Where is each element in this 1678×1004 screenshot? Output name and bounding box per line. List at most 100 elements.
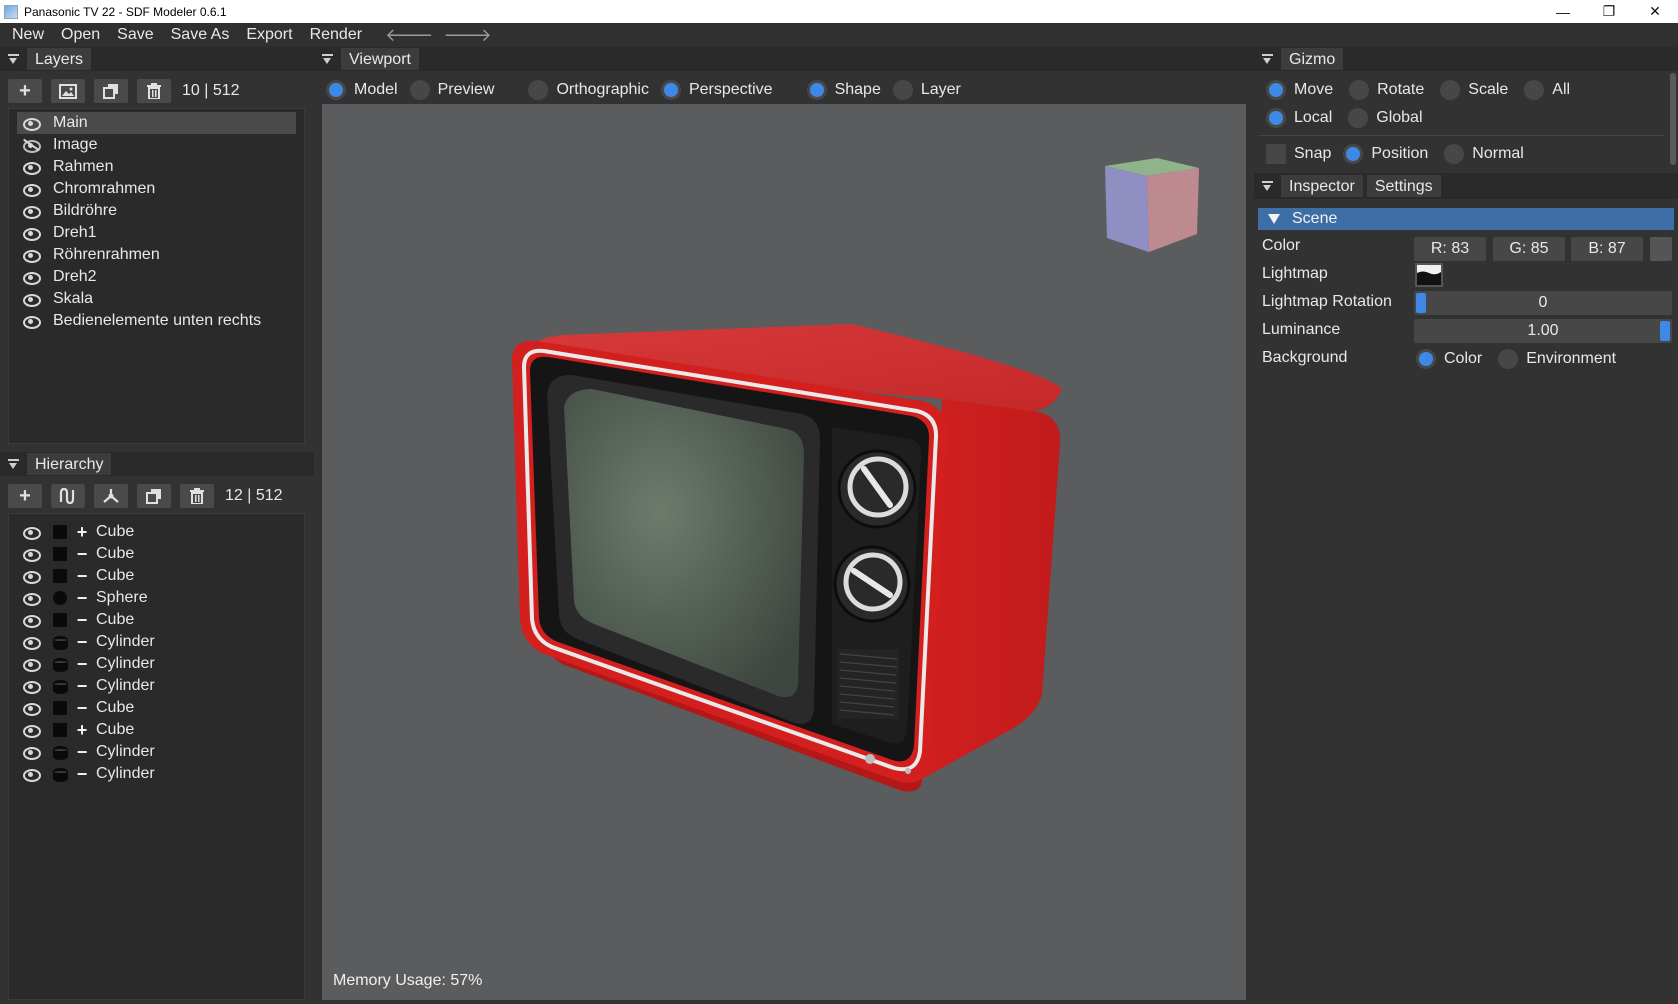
tv-model[interactable] bbox=[502, 319, 1102, 809]
position-radio[interactable]: Position bbox=[1343, 144, 1428, 164]
hierarchy-node[interactable]: − Cylinder bbox=[9, 631, 304, 653]
layers-tab[interactable]: Layers bbox=[27, 48, 92, 70]
union-op-icon[interactable]: + bbox=[75, 721, 89, 739]
visibility-eye-icon[interactable] bbox=[23, 118, 41, 131]
visibility-eye-icon[interactable] bbox=[23, 747, 41, 760]
visibility-eye-icon[interactable] bbox=[23, 184, 41, 197]
layer-row[interactable]: Dreh2 bbox=[17, 266, 296, 288]
visibility-eye-icon[interactable] bbox=[23, 272, 41, 285]
subtract-op-icon[interactable]: − bbox=[75, 545, 89, 563]
hierarchy-node[interactable]: + Cube bbox=[9, 719, 304, 741]
model-mode-radio[interactable]: Model bbox=[326, 80, 398, 100]
delete-node-button[interactable] bbox=[180, 484, 214, 508]
viewport-tab[interactable]: Viewport bbox=[341, 48, 419, 70]
visibility-eye-icon[interactable] bbox=[23, 527, 41, 540]
slider-handle[interactable] bbox=[1416, 293, 1426, 313]
transform-node-button[interactable] bbox=[94, 484, 128, 508]
hierarchy-node[interactable]: − Cube bbox=[9, 609, 304, 631]
visibility-eye-icon[interactable] bbox=[23, 725, 41, 738]
undo-arrow-icon[interactable]: 🡐 bbox=[385, 25, 433, 46]
layer-row[interactable]: Dreh1 bbox=[17, 222, 296, 244]
gizmo-scrollbar[interactable] bbox=[1670, 73, 1676, 165]
redo-arrow-icon[interactable]: 🡒 bbox=[443, 25, 491, 46]
layer-row[interactable]: Main bbox=[17, 112, 296, 134]
local-radio[interactable]: Local bbox=[1266, 108, 1332, 128]
menu-open[interactable]: Open bbox=[61, 26, 100, 44]
subtract-op-icon[interactable]: − bbox=[75, 633, 89, 651]
perspective-radio[interactable]: Perspective bbox=[660, 80, 773, 100]
subtract-op-icon[interactable]: − bbox=[75, 589, 89, 607]
inspector-tab[interactable]: Inspector bbox=[1281, 175, 1363, 197]
close-button[interactable]: ✕ bbox=[1632, 0, 1678, 23]
layer-row[interactable]: Bildröhre bbox=[17, 200, 296, 222]
collapse-icon[interactable] bbox=[8, 458, 19, 470]
background-color-radio[interactable]: Color bbox=[1416, 349, 1482, 369]
visibility-eye-icon[interactable] bbox=[23, 593, 41, 606]
lightmap-thumbnail[interactable] bbox=[1415, 263, 1443, 287]
collapse-icon[interactable] bbox=[1262, 180, 1273, 192]
color-swatch[interactable] bbox=[1650, 237, 1672, 261]
all-radio[interactable]: All bbox=[1524, 80, 1570, 100]
visibility-eye-icon[interactable] bbox=[23, 162, 41, 175]
hierarchy-tab[interactable]: Hierarchy bbox=[27, 453, 112, 475]
menu-export[interactable]: Export bbox=[246, 26, 292, 44]
visibility-eye-icon[interactable] bbox=[23, 549, 41, 562]
orientation-cube[interactable] bbox=[1097, 156, 1207, 256]
rotate-radio[interactable]: Rotate bbox=[1349, 80, 1424, 100]
subtract-op-icon[interactable]: − bbox=[75, 567, 89, 585]
collapse-icon[interactable] bbox=[1262, 53, 1273, 65]
subtract-op-icon[interactable]: − bbox=[75, 765, 89, 783]
layer-row[interactable]: Röhrenrahmen bbox=[17, 244, 296, 266]
luminance-slider[interactable]: 1.00 bbox=[1414, 319, 1672, 343]
menu-save-as[interactable]: Save As bbox=[171, 26, 230, 44]
subtract-op-icon[interactable]: − bbox=[75, 655, 89, 673]
hierarchy-node[interactable]: − Cube bbox=[9, 565, 304, 587]
hierarchy-node[interactable]: − Cylinder bbox=[9, 763, 304, 785]
visibility-eye-icon[interactable] bbox=[23, 250, 41, 263]
layer-row[interactable]: Image bbox=[17, 134, 296, 156]
visibility-eye-icon[interactable] bbox=[23, 571, 41, 584]
hierarchy-node[interactable]: − Cylinder bbox=[9, 675, 304, 697]
add-node-button[interactable]: + bbox=[8, 484, 42, 508]
subtract-op-icon[interactable]: − bbox=[75, 743, 89, 761]
duplicate-layer-button[interactable] bbox=[94, 79, 128, 103]
normal-radio[interactable]: Normal bbox=[1444, 144, 1524, 164]
orthographic-radio[interactable]: Orthographic bbox=[528, 80, 649, 100]
delete-layer-button[interactable] bbox=[137, 79, 171, 103]
visibility-eye-icon[interactable] bbox=[23, 206, 41, 219]
visibility-eye-icon[interactable] bbox=[23, 228, 41, 241]
maximize-button[interactable]: ❐ bbox=[1586, 0, 1632, 23]
visibility-eye-icon[interactable] bbox=[23, 294, 41, 307]
layer-row[interactable]: Chromrahmen bbox=[17, 178, 296, 200]
union-op-icon[interactable]: + bbox=[75, 523, 89, 541]
lightmap-rotation-slider[interactable]: 0 bbox=[1414, 291, 1672, 315]
menu-save[interactable]: Save bbox=[117, 26, 153, 44]
visibility-eye-icon[interactable] bbox=[23, 316, 41, 329]
slider-handle[interactable] bbox=[1660, 321, 1670, 341]
color-r-field[interactable]: R: 83 bbox=[1414, 237, 1486, 261]
shape-radio[interactable]: Shape bbox=[806, 80, 881, 100]
menu-render[interactable]: Render bbox=[310, 26, 362, 44]
scale-radio[interactable]: Scale bbox=[1440, 80, 1508, 100]
global-radio[interactable]: Global bbox=[1348, 108, 1423, 128]
add-image-button[interactable] bbox=[51, 79, 85, 103]
combine-node-button[interactable] bbox=[51, 484, 85, 508]
hierarchy-node[interactable]: + Cube bbox=[9, 521, 304, 543]
layer-row[interactable]: Rahmen bbox=[17, 156, 296, 178]
hierarchy-node[interactable]: − Cube bbox=[9, 697, 304, 719]
visibility-eye-icon[interactable] bbox=[23, 703, 41, 716]
visibility-eye-icon[interactable] bbox=[23, 659, 41, 672]
minimize-button[interactable]: — bbox=[1540, 0, 1586, 23]
subtract-op-icon[interactable]: − bbox=[75, 699, 89, 717]
settings-tab[interactable]: Settings bbox=[1366, 175, 1441, 197]
collapse-icon[interactable] bbox=[322, 53, 333, 65]
subtract-op-icon[interactable]: − bbox=[75, 611, 89, 629]
hierarchy-node[interactable]: − Sphere bbox=[9, 587, 304, 609]
hierarchy-node[interactable]: − Cylinder bbox=[9, 653, 304, 675]
viewport-canvas[interactable]: Memory Usage: 57% bbox=[322, 104, 1246, 1000]
visibility-eye-icon[interactable] bbox=[23, 615, 41, 628]
background-environment-radio[interactable]: Environment bbox=[1498, 349, 1616, 369]
move-radio[interactable]: Move bbox=[1266, 80, 1333, 100]
layer-radio[interactable]: Layer bbox=[892, 80, 961, 100]
hierarchy-node[interactable]: − Cube bbox=[9, 543, 304, 565]
